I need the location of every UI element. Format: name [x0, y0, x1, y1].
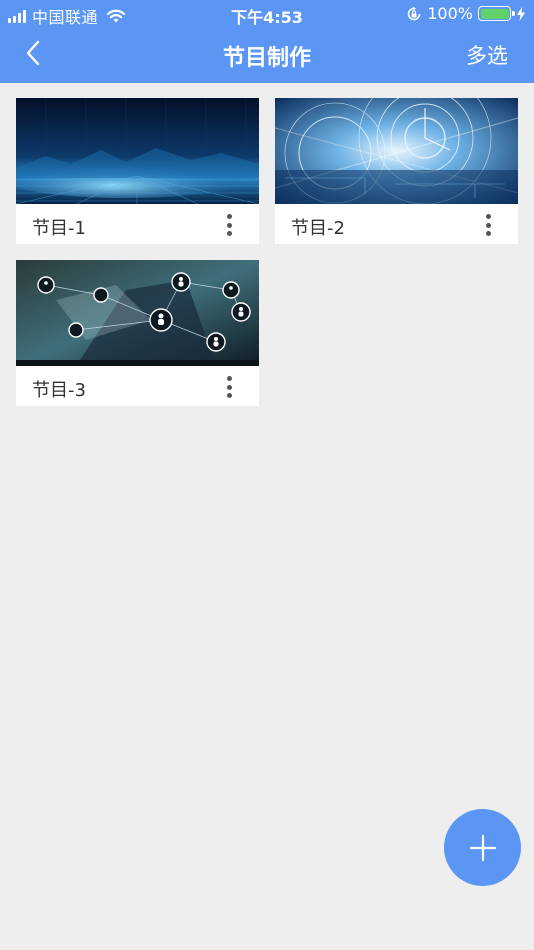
charging-icon [517, 6, 525, 21]
more-vertical-icon[interactable] [219, 212, 239, 238]
more-vertical-icon[interactable] [219, 374, 239, 400]
card-footer: 节目-1 [16, 204, 259, 244]
card-footer: 节目-3 [16, 366, 259, 406]
rotation-lock-icon [407, 6, 421, 20]
status-bar: 中国联通 下午4:53 100% [0, 0, 534, 28]
status-right: 100% [406, 4, 526, 23]
add-program-button[interactable] [444, 809, 521, 886]
program-label: 节目-1 [32, 218, 86, 239]
plus-icon [469, 834, 496, 861]
program-card[interactable]: 节目-3 [16, 260, 259, 406]
battery-percent: 100% [427, 4, 473, 23]
program-card[interactable]: 节目-1 [16, 98, 259, 244]
program-thumbnail[interactable] [16, 98, 259, 204]
thumbnail-tech-clock-image [275, 98, 518, 204]
card-footer: 节目-2 [275, 204, 518, 244]
program-label: 节目-2 [291, 218, 345, 239]
program-label: 节目-3 [32, 380, 86, 401]
thumbnail-landscape-image [16, 98, 259, 204]
more-vertical-icon[interactable] [478, 212, 498, 238]
top-bar: 中国联通 下午4:53 100% 节目制作 多选 [0, 0, 534, 83]
program-card[interactable]: 节目-2 [275, 98, 518, 244]
screen: 中国联通 下午4:53 100% 节目制作 多选 节目-1 节目-2 节目-3 [0, 0, 534, 950]
battery-icon [478, 6, 515, 21]
thumbnail-network-people-image [16, 260, 259, 366]
program-thumbnail[interactable] [16, 260, 259, 366]
program-thumbnail[interactable] [275, 98, 518, 204]
page-title: 节目制作 [222, 46, 311, 71]
nav-bar: 节目制作 多选 [0, 28, 534, 83]
multi-select-button[interactable]: 多选 [466, 40, 508, 70]
